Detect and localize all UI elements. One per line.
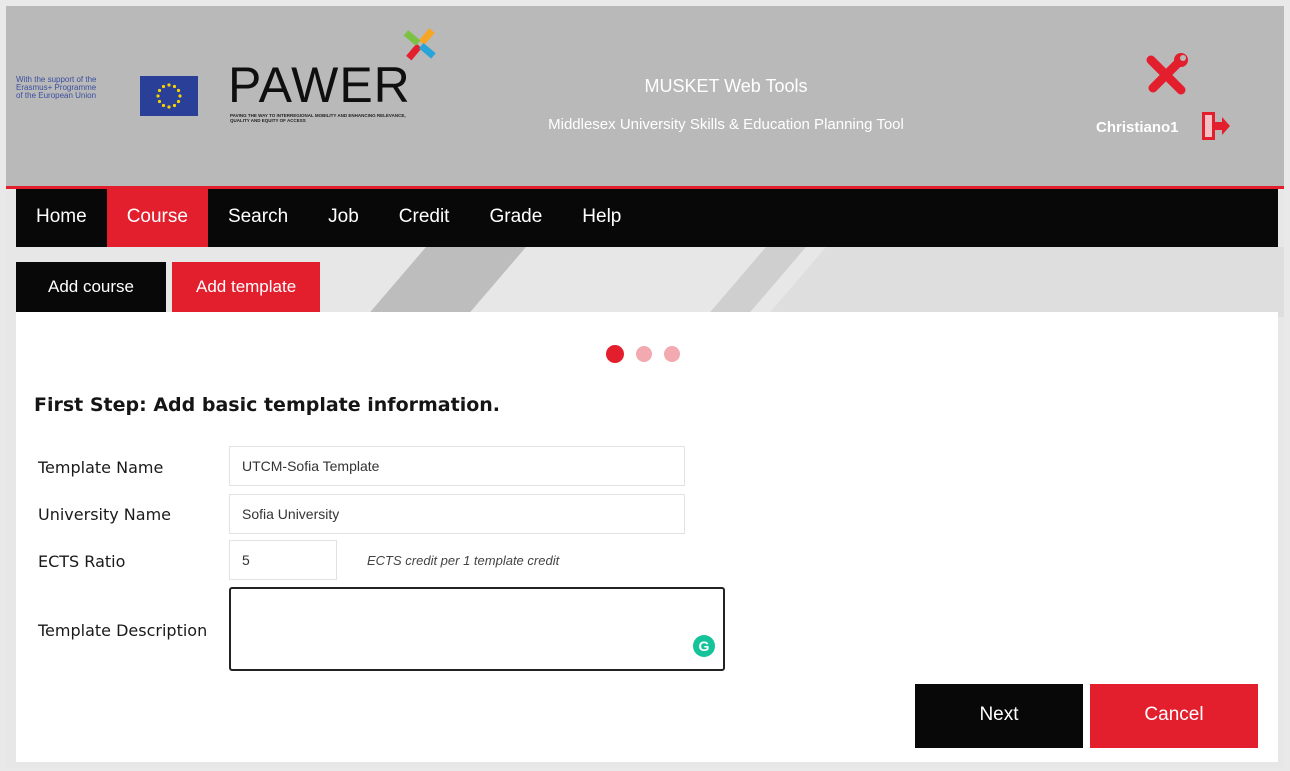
step-dot-2 [636,346,652,362]
app-subtitle: Middlesex University Skills & Education … [548,116,904,133]
template-description-input[interactable] [229,587,725,671]
template-name-input[interactable] [229,446,685,486]
form-panel: First Step: Add basic template informati… [16,312,1278,762]
tab-add-template[interactable]: Add template [172,262,321,312]
nav-home[interactable]: Home [16,189,107,247]
pawer-logo-icon [403,28,436,61]
cancel-button[interactable]: Cancel [1090,684,1258,748]
university-name-input[interactable] [229,494,685,534]
step-indicator [606,345,692,363]
ects-ratio-input[interactable] [229,540,337,580]
nav-course[interactable]: Course [106,189,208,247]
step-heading: First Step: Add basic template informati… [34,394,501,416]
nav-credit[interactable]: Credit [379,189,470,247]
template-name-label: Template Name [38,458,164,477]
pawer-logo: PAWER Paving the way to interregional mo… [228,28,436,146]
nav-search[interactable]: Search [208,189,308,247]
app-window: With the support of the Erasmus+ Program… [6,6,1284,768]
logo-subtitle: Paving the way to interregional mobility… [230,113,406,123]
ects-ratio-label: ECTS Ratio [38,552,126,571]
nav-grade[interactable]: Grade [469,189,562,247]
step-dot-1 [606,345,624,363]
app-title: MUSKET Web Tools [644,76,808,96]
tools-icon[interactable] [1141,52,1191,98]
nav-help[interactable]: Help [562,189,641,247]
step-dot-3 [664,346,680,362]
eu-flag-icon [140,76,198,116]
main-nav: Home Course Search Job Credit Grade Help [16,189,1278,247]
logo-title: PAWER [228,57,411,113]
eu-support-text: With the support of the Erasmus+ Program… [16,75,97,100]
subtabs: Add course Add template [16,262,326,312]
nav-job[interactable]: Job [308,189,379,247]
university-name-label: University Name [38,505,171,524]
header: With the support of the Erasmus+ Program… [6,6,1284,189]
next-button[interactable]: Next [915,684,1083,748]
username: Christiano1 [1096,119,1179,136]
grammarly-icon[interactable]: G [693,635,715,657]
template-description-label: Template Description [38,621,208,640]
tab-add-course[interactable]: Add course [16,262,166,312]
ects-hint: ECTS credit per 1 template credit [367,553,560,568]
logout-icon[interactable] [1200,110,1232,142]
